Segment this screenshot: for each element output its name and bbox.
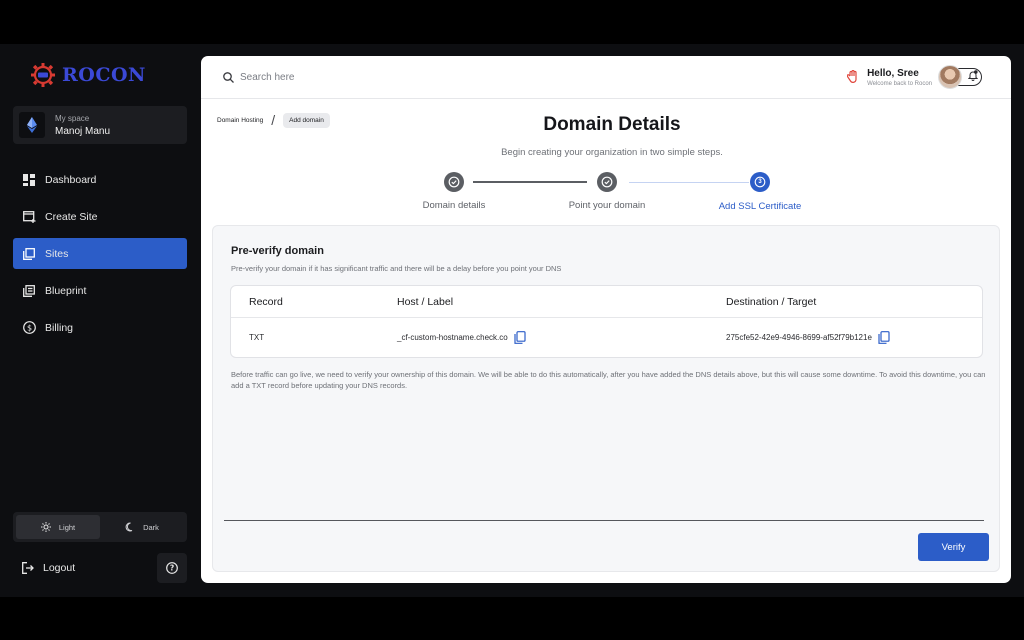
sidebar-item-label: Billing [45,321,74,334]
column-header-target: Destination / Target [726,295,817,308]
workspace-switcher[interactable]: My space Manoj Manu [13,106,187,144]
check-badge-icon [601,176,613,188]
workspace-name: Manoj Manu [55,125,111,137]
brand-name: ROCON [62,64,146,86]
sidebar-item-label: Dashboard [45,173,97,186]
search-placeholder: Search here [240,71,295,83]
sidebar-item-dashboard[interactable]: Dashboard [13,164,187,195]
avatar[interactable] [938,65,962,89]
step-2-circle[interactable] [597,172,617,192]
theme-light-option[interactable]: Light [16,515,100,539]
step-3-label: Add SSL Certificate [718,201,802,212]
verify-button[interactable]: Verify [918,533,989,561]
stepper: 3 Domain details Point your domain Add S… [201,172,1011,212]
sidebar-item-label: Blueprint [45,284,87,297]
sidebar-item-label: Sites [45,247,69,260]
profile-area [938,65,983,89]
svg-text:?: ? [170,564,174,573]
ethereum-icon [19,112,45,138]
dns-record-table: Record Host / Label Destination / Target… [230,285,983,358]
sites-icon [22,247,36,261]
preverify-card: Pre-verify domain Pre-verify your domain… [212,225,1000,572]
brand-logo[interactable]: ROCON [30,62,146,88]
logout-button[interactable]: Logout [13,553,75,583]
search-icon [223,71,234,83]
sidebar: ROCON My space Manoj Manu Dashboard Crea… [0,44,200,597]
card-divider [224,520,984,521]
theme-dark-label: Dark [143,522,159,532]
host-cell: _cf-custom-hostname.check.co [397,318,526,357]
page-subtitle: Begin creating your organization in two … [501,147,723,158]
sidebar-item-create-site[interactable]: Create Site [13,201,187,232]
dashboard-icon [22,173,36,187]
gear-logo-icon [31,63,55,87]
moon-icon [125,522,133,532]
step-connector-1 [473,181,587,183]
main-panel: Search here Hello, Sree Welcome back to … [201,56,1011,583]
table-header: Record Host / Label Destination / Target [231,286,982,318]
host-value: _cf-custom-hostname.check.co [397,333,508,342]
workspace-caption: My space [55,113,90,123]
greeting-text: Hello, Sree [867,67,919,79]
welcome-text: Welcome back to Rocon [867,80,932,87]
logout-label: Logout [43,562,76,574]
waving-hand-icon [847,70,857,83]
table-row: TXT _cf-custom-hostname.check.co 275cfe5… [231,318,982,357]
svg-text:$: $ [26,323,31,332]
step-2-label: Point your domain [568,200,646,211]
preverify-note: Before traffic can go live, we need to v… [231,370,986,390]
blueprint-icon [22,284,36,298]
copy-host-icon[interactable] [514,331,526,344]
preverify-subtitle: Pre-verify your domain if it has signifi… [231,264,562,273]
topbar: Search here Hello, Sree Welcome back to … [201,56,1011,99]
sun-icon [40,522,51,532]
preverify-title: Pre-verify domain [231,245,324,257]
step-3-number: 3 [758,179,762,185]
sidebar-item-billing[interactable]: $ Billing [13,312,187,343]
step-3-circle[interactable]: 3 [750,172,770,192]
help-icon: ? [166,562,178,574]
app-frame: ROCON My space Manoj Manu Dashboard Crea… [0,44,1024,597]
record-type-cell: TXT [249,333,265,342]
user-greeting: Hello, Sree Welcome back to Rocon [847,65,983,89]
sidebar-item-label: Create Site [45,210,98,223]
sidebar-item-sites[interactable]: Sites [13,238,187,269]
target-value: 275cfe52-42e9-4946-8699-af52f79b121e [726,333,872,342]
target-cell: 275cfe52-42e9-4946-8699-af52f79b121e [726,318,890,357]
column-header-host: Host / Label [397,295,454,308]
copy-target-icon[interactable] [878,331,890,344]
check-badge-icon [448,176,460,188]
column-header-record: Record [249,295,283,308]
create-site-icon [22,210,36,224]
logout-icon [22,562,34,574]
step-connector-2 [629,182,749,183]
sidebar-footer: Logout ? [13,553,187,583]
billing-icon: $ [22,321,36,335]
theme-light-label: Light [58,522,76,532]
sidebar-item-blueprint[interactable]: Blueprint [13,275,187,306]
theme-toggle: Light Dark [13,512,187,542]
step-1-label: Domain details [422,200,486,211]
page-title: Domain Details [543,114,681,135]
help-button[interactable]: ? [157,553,187,583]
theme-dark-option[interactable]: Dark [100,515,184,539]
step-1-circle[interactable] [444,172,464,192]
bell-icon[interactable] [968,70,978,81]
search-bar[interactable]: Search here [223,72,294,83]
sidebar-nav: Dashboard Create Site Sites Blueprint $ … [13,164,187,349]
